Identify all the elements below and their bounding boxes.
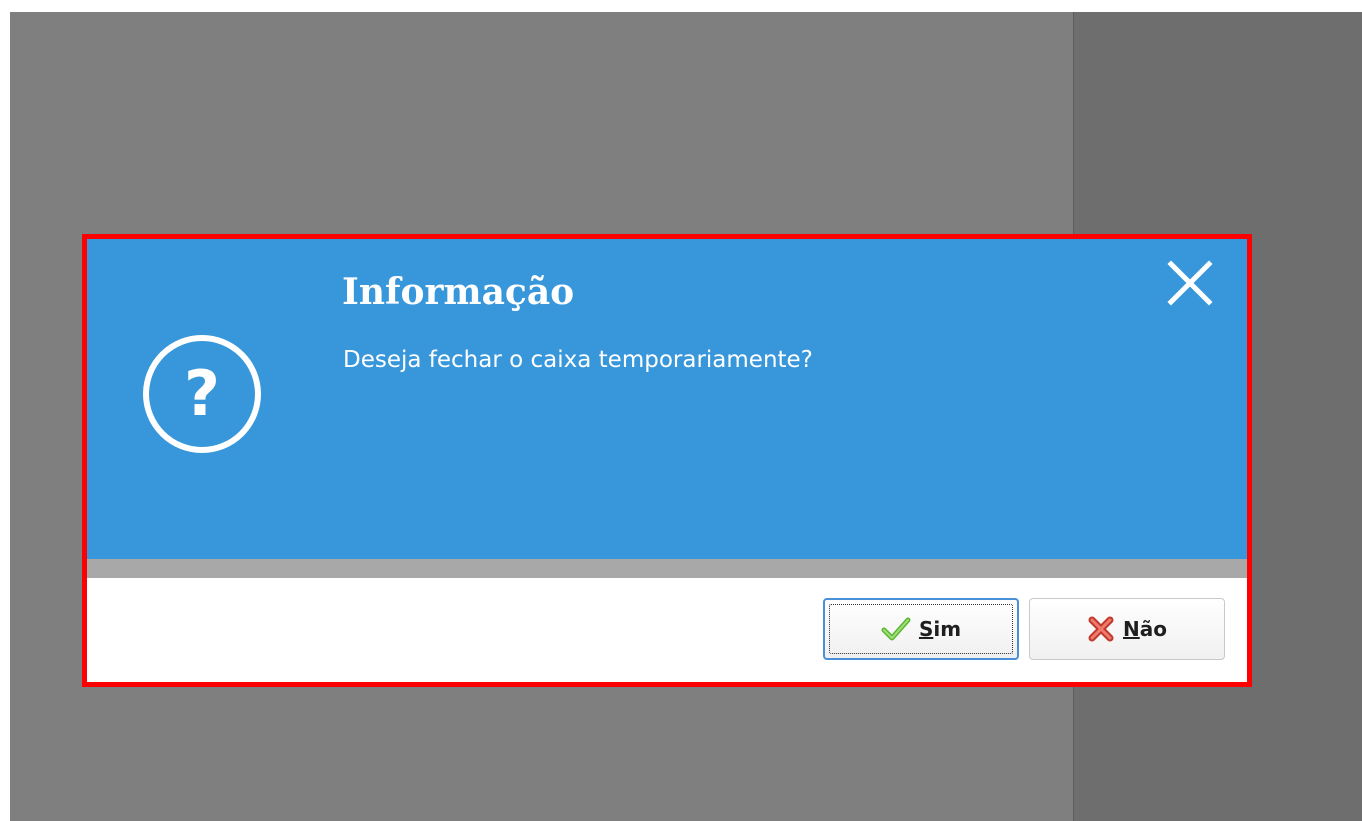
yes-label-rest: im xyxy=(933,617,962,641)
dialog-message: Deseja fechar o caixa temporariamente? xyxy=(343,347,813,373)
no-button[interactable]: Não xyxy=(1029,598,1225,660)
yes-button[interactable]: Sim xyxy=(823,598,1019,660)
yes-button-label: Sim xyxy=(919,617,961,641)
svg-text:?: ? xyxy=(184,357,220,430)
dialog-window: ? Informação Deseja fechar o caixa tempo… xyxy=(82,234,1252,687)
checkmark-icon xyxy=(881,617,911,641)
header-divider xyxy=(87,559,1247,578)
red-x-icon xyxy=(1088,616,1114,642)
no-label-rest: ão xyxy=(1139,617,1167,641)
no-button-label: Não xyxy=(1123,617,1167,641)
no-mnemonic: N xyxy=(1123,617,1140,641)
close-icon[interactable] xyxy=(1163,256,1217,310)
dialog-footer: Sim Não xyxy=(87,578,1247,682)
dialog-header: ? Informação Deseja fechar o caixa tempo… xyxy=(87,239,1247,559)
dialog-title: Informação xyxy=(342,271,575,313)
question-circle-icon: ? xyxy=(143,335,261,453)
yes-mnemonic: S xyxy=(918,617,934,641)
